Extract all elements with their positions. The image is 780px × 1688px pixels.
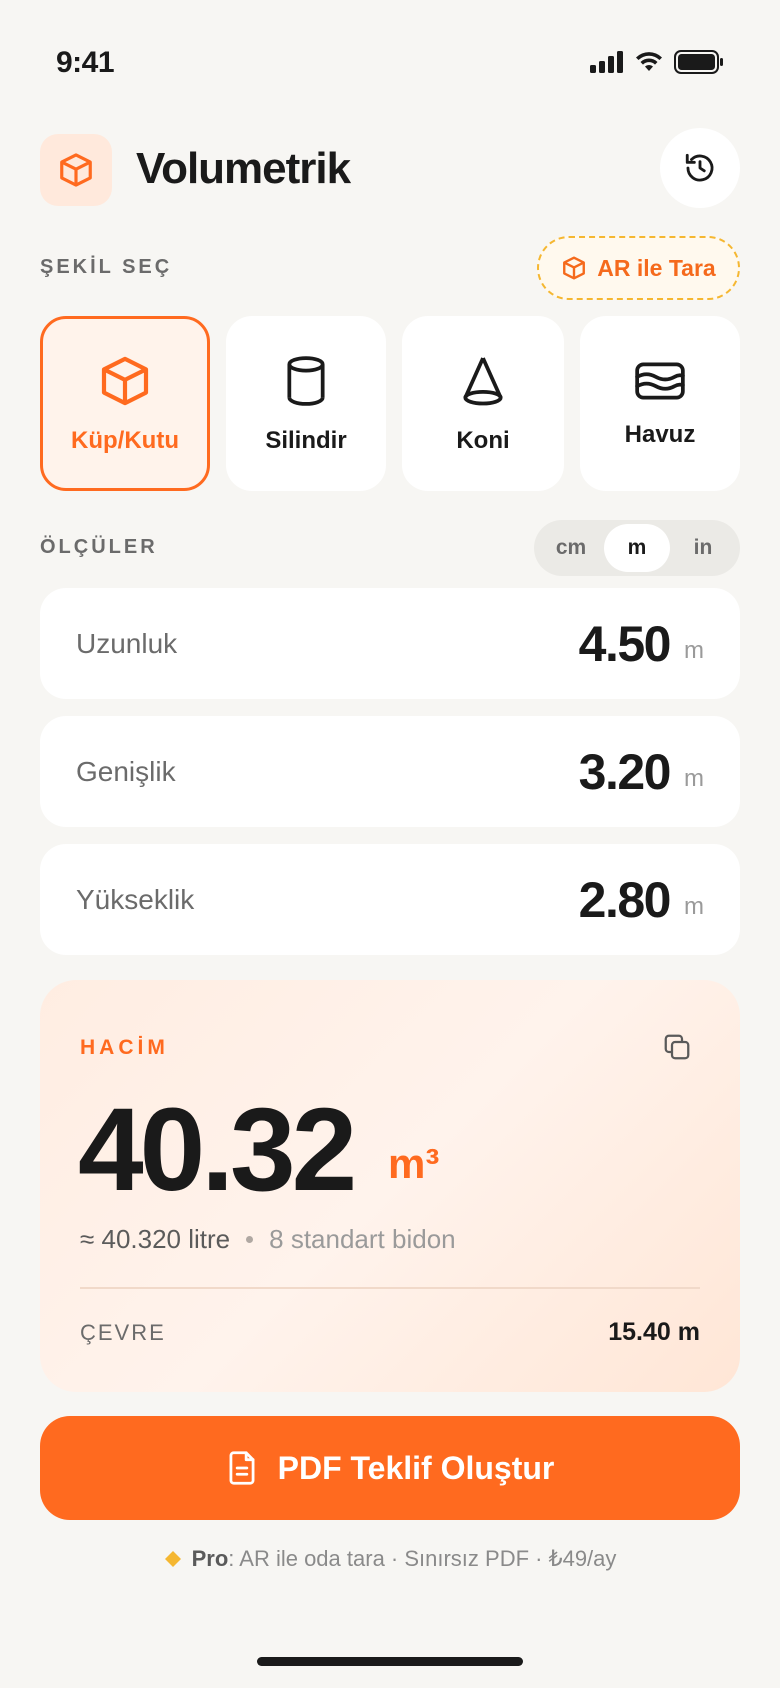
volume-conversions: ≈ 40.320 litre 8 standart bidon bbox=[80, 1224, 456, 1255]
shape-option-label: Küp/Kutu bbox=[71, 426, 179, 454]
ar-scan-label: AR ile Tara bbox=[597, 254, 716, 281]
ar-scan-button[interactable]: AR ile Tara bbox=[537, 236, 740, 300]
cta-label: PDF Teklif Oluştur bbox=[277, 1449, 555, 1486]
status-time: 9:41 bbox=[56, 46, 115, 79]
field-value[interactable]: 3.20 bbox=[579, 743, 672, 801]
pro-description: : AR ile oda tara · Sınırsız PDF · ₺49/a… bbox=[228, 1546, 617, 1571]
field-unit: m bbox=[684, 764, 704, 792]
shape-section-label: ŞEKİL SEÇ bbox=[40, 256, 173, 278]
volume-label: HACİM bbox=[80, 1036, 169, 1059]
cylinder-icon bbox=[287, 355, 325, 406]
status-icons bbox=[590, 50, 724, 74]
volume-value: 40.32 bbox=[78, 1084, 357, 1216]
pool-icon bbox=[635, 362, 685, 399]
cube-icon bbox=[563, 256, 586, 280]
length-field[interactable]: Uzunluk 4.50 m bbox=[40, 588, 740, 699]
shape-option-cone[interactable]: Koni bbox=[402, 316, 564, 491]
measurements-section-label: ÖLÇÜLER bbox=[40, 536, 158, 558]
copy-button[interactable] bbox=[662, 1032, 692, 1067]
height-field[interactable]: Yükseklik 2.80 m bbox=[40, 844, 740, 955]
shape-option-label: Silindir bbox=[265, 426, 347, 454]
litre-value: ≈ 40.320 litre bbox=[80, 1224, 231, 1254]
diamond-icon bbox=[164, 1551, 181, 1567]
app-logo bbox=[40, 134, 112, 206]
home-indicator bbox=[257, 1657, 523, 1666]
signal-icon bbox=[590, 51, 623, 73]
bidon-value: 8 standart bidon bbox=[269, 1224, 456, 1254]
battery-icon bbox=[674, 50, 723, 74]
cube-icon bbox=[101, 356, 149, 405]
unit-toggle[interactable]: cm m in bbox=[534, 520, 740, 576]
volume-unit: m³ bbox=[388, 1140, 440, 1187]
shape-option-cylinder[interactable]: Silindir bbox=[226, 316, 386, 491]
unit-option-cm[interactable]: cm bbox=[538, 524, 604, 572]
field-value[interactable]: 2.80 bbox=[579, 871, 672, 929]
perimeter-label: ÇEVRE bbox=[80, 1320, 166, 1345]
field-unit: m bbox=[684, 892, 704, 920]
unit-option-m[interactable]: m bbox=[604, 524, 670, 572]
wifi-icon bbox=[636, 52, 662, 71]
page-title: Volumetrik bbox=[136, 144, 351, 193]
width-field[interactable]: Genişlik 3.20 m bbox=[40, 716, 740, 827]
field-label: Yükseklik bbox=[76, 883, 195, 915]
unit-option-in[interactable]: in bbox=[670, 524, 736, 572]
field-label: Genişlik bbox=[76, 755, 176, 787]
separator-dot bbox=[246, 1236, 254, 1243]
pro-label: Pro bbox=[191, 1546, 229, 1571]
history-button[interactable] bbox=[660, 128, 740, 208]
shape-option-pool[interactable]: Havuz bbox=[580, 316, 740, 491]
copy-icon bbox=[664, 1034, 690, 1060]
field-label: Uzunluk bbox=[76, 627, 178, 659]
field-value[interactable]: 4.50 bbox=[579, 615, 672, 673]
divider bbox=[80, 1287, 700, 1289]
cone-icon bbox=[463, 356, 503, 405]
volume-result-card: HACİM 40.32 m³ ≈ 40.320 litre 8 standart… bbox=[40, 980, 740, 1392]
create-pdf-quote-button[interactable]: PDF Teklif Oluştur bbox=[40, 1416, 740, 1520]
field-unit: m bbox=[684, 636, 704, 664]
pro-promo[interactable]: Pro: AR ile oda tara · Sınırsız PDF · ₺4… bbox=[0, 1546, 780, 1572]
shape-option-label: Havuz bbox=[624, 420, 696, 448]
shape-option-cube[interactable]: Küp/Kutu bbox=[40, 316, 210, 491]
cube-logo-icon bbox=[60, 153, 92, 187]
document-icon bbox=[229, 1451, 255, 1485]
perimeter-value: 15.40 m bbox=[608, 1318, 700, 1346]
shape-option-label: Koni bbox=[456, 426, 510, 454]
history-icon bbox=[685, 153, 714, 182]
pro-text: Pro: AR ile oda tara · Sınırsız PDF · ₺4… bbox=[192, 1546, 617, 1572]
